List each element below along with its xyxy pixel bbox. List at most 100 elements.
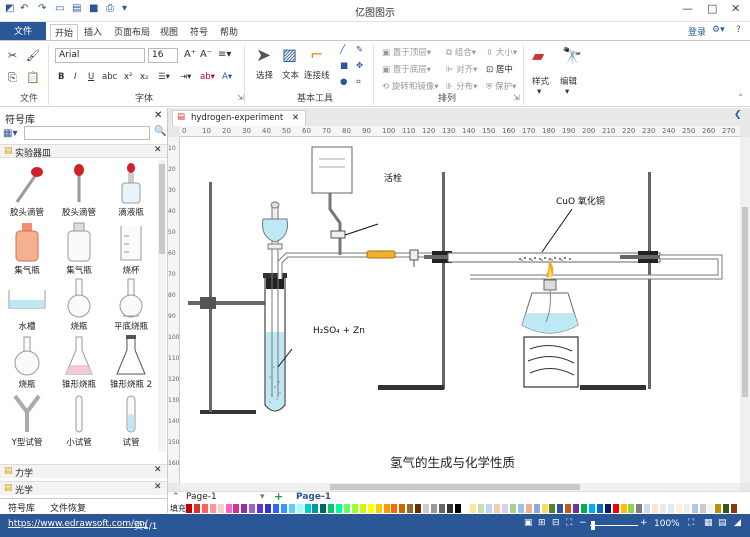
left-clamp-block[interactable] [200,297,216,309]
ellipse-icon[interactable]: ● [340,77,347,87]
color-swatch[interactable] [502,504,508,513]
vertical-scrollbar[interactable] [740,137,750,483]
underline-icon[interactable]: U [88,72,94,82]
color-swatch[interactable] [675,504,682,513]
color-swatch[interactable] [644,504,651,513]
shrink-font-icon[interactable]: A⁻ [200,49,212,60]
middle-stand-base[interactable] [378,385,444,390]
cut-icon[interactable]: ✂ [8,49,17,62]
left-stand-base[interactable] [200,410,256,414]
grow-font-icon[interactable]: A⁺ [184,49,196,60]
rubber-connector[interactable] [366,250,396,259]
zoom-out-icon[interactable]: − [579,518,587,528]
color-swatch[interactable] [731,504,738,513]
collapse-pages-icon[interactable]: ⌃ [172,492,180,502]
zoom-slider-track[interactable] [590,525,638,526]
panel-toggle-icon[interactable]: ❮ [734,110,742,120]
tab-file-recovery[interactable]: 文件恢复 [50,501,86,514]
rotate-mirror-button[interactable]: ⟲ 旋转和镜像▾ [382,80,439,92]
zoom-in-icon[interactable]: + [640,518,648,528]
close-button[interactable]: ✕ [731,2,740,15]
select-cursor-icon[interactable]: ➤ [256,45,271,66]
color-swatch[interactable] [454,504,461,513]
text-tool-icon[interactable]: ▨ [282,45,297,64]
color-swatch[interactable] [328,504,335,513]
stopcock-valve[interactable] [330,230,346,239]
color-swatch[interactable] [280,504,287,513]
layout-icon[interactable]: ▦ [704,518,713,528]
color-swatch[interactable] [446,504,453,513]
library-item[interactable]: 锥形烧瓶 2 [105,334,157,390]
tab-file[interactable]: 文件 [0,22,46,40]
font-color-icon[interactable]: A▾ [222,72,232,82]
section-mechanics[interactable]: ▤ 力学 ✕ [0,464,167,479]
italic-icon[interactable]: I [74,72,77,82]
color-swatch[interactable] [509,504,516,513]
library-item[interactable]: 滴液瓶 [105,162,157,218]
color-swatch[interactable] [715,504,722,513]
login-link[interactable]: 登录 [684,24,710,39]
strikethrough-icon[interactable]: abc [102,72,117,82]
color-swatch[interactable] [438,504,445,513]
color-swatch[interactable] [691,504,698,513]
color-swatch[interactable] [304,504,311,513]
align-icon[interactable]: ≡▾ [218,49,231,60]
color-swatch[interactable] [367,504,374,513]
crop-icon[interactable]: ⌗ [356,77,361,87]
close-library-icon[interactable]: ✕ [154,110,162,121]
superscript-icon[interactable]: x² [124,72,132,82]
color-swatch[interactable] [312,504,319,513]
color-swatch[interactable] [391,504,398,513]
add-page-icon[interactable]: + [274,490,283,503]
color-swatch[interactable] [407,504,414,513]
find-binoculars-icon[interactable]: 🔭 [562,46,582,65]
format-painter-icon[interactable]: 🖌 [26,49,40,62]
color-swatch[interactable] [620,504,627,513]
library-item[interactable]: 胶头滴管 [1,162,53,218]
color-swatch[interactable] [470,504,477,513]
protect-button[interactable]: ⛨ 保护▾ [486,80,516,92]
highlight-icon[interactable]: ab▾ [200,72,215,82]
color-swatch[interactable] [557,504,564,513]
color-swatch[interactable] [201,504,208,513]
page-tab[interactable]: Page-1 [296,492,331,502]
color-swatch[interactable] [636,504,643,513]
library-item[interactable]: 锥形烧瓶 [53,334,105,390]
size-button[interactable]: ⇳ 大小▾ [486,46,517,58]
tab-symbol[interactable]: 符号 [186,24,212,39]
full-screen-icon[interactable]: ⛶ [566,518,572,528]
restore-button[interactable]: □ [707,2,717,15]
library-item[interactable]: 水槽 [1,276,53,332]
connector-icon[interactable]: ⌐ [310,45,323,64]
category-header[interactable]: ▤ 实验器皿 ✕ [0,144,167,159]
color-swatch[interactable] [683,504,690,513]
rectangle-icon[interactable]: ■ [340,61,348,71]
color-swatch[interactable] [604,504,611,513]
tab-view[interactable]: 视图 [156,24,182,39]
library-menu-icon[interactable]: ▦▾ [3,128,17,139]
color-swatch[interactable] [336,504,343,513]
color-swatch[interactable] [478,504,485,513]
fit-window-icon[interactable]: ⛶ [688,518,694,528]
vertical-scroll-thumb[interactable] [742,207,748,397]
fit-width-icon[interactable]: ⊟ [552,518,560,528]
library-item[interactable]: 烧瓶 [53,276,105,332]
color-swatch[interactable] [225,504,232,513]
color-swatch[interactable] [652,504,659,513]
bold-icon[interactable]: B [58,72,64,82]
tab-page-layout[interactable]: 页面布局 [110,24,154,39]
style-button[interactable]: 样式 [532,75,549,87]
color-swatch[interactable] [612,504,619,513]
close-section-icon[interactable]: ✕ [154,482,162,492]
subscript-icon[interactable]: x₂ [140,72,148,82]
page-selector[interactable]: Page-1 [186,492,217,502]
connector-tool-label[interactable]: 连接线 [304,69,330,81]
horizontal-scroll-thumb[interactable] [330,484,580,490]
center-button[interactable]: ⊡ 居中 [486,63,513,75]
grid-icon[interactable]: ▤ [718,518,727,528]
color-swatch[interactable] [233,504,240,513]
color-swatch[interactable] [723,504,730,513]
color-swatch[interactable] [265,504,271,513]
right-stand-rod[interactable] [648,172,651,389]
color-swatch[interactable] [272,504,279,513]
